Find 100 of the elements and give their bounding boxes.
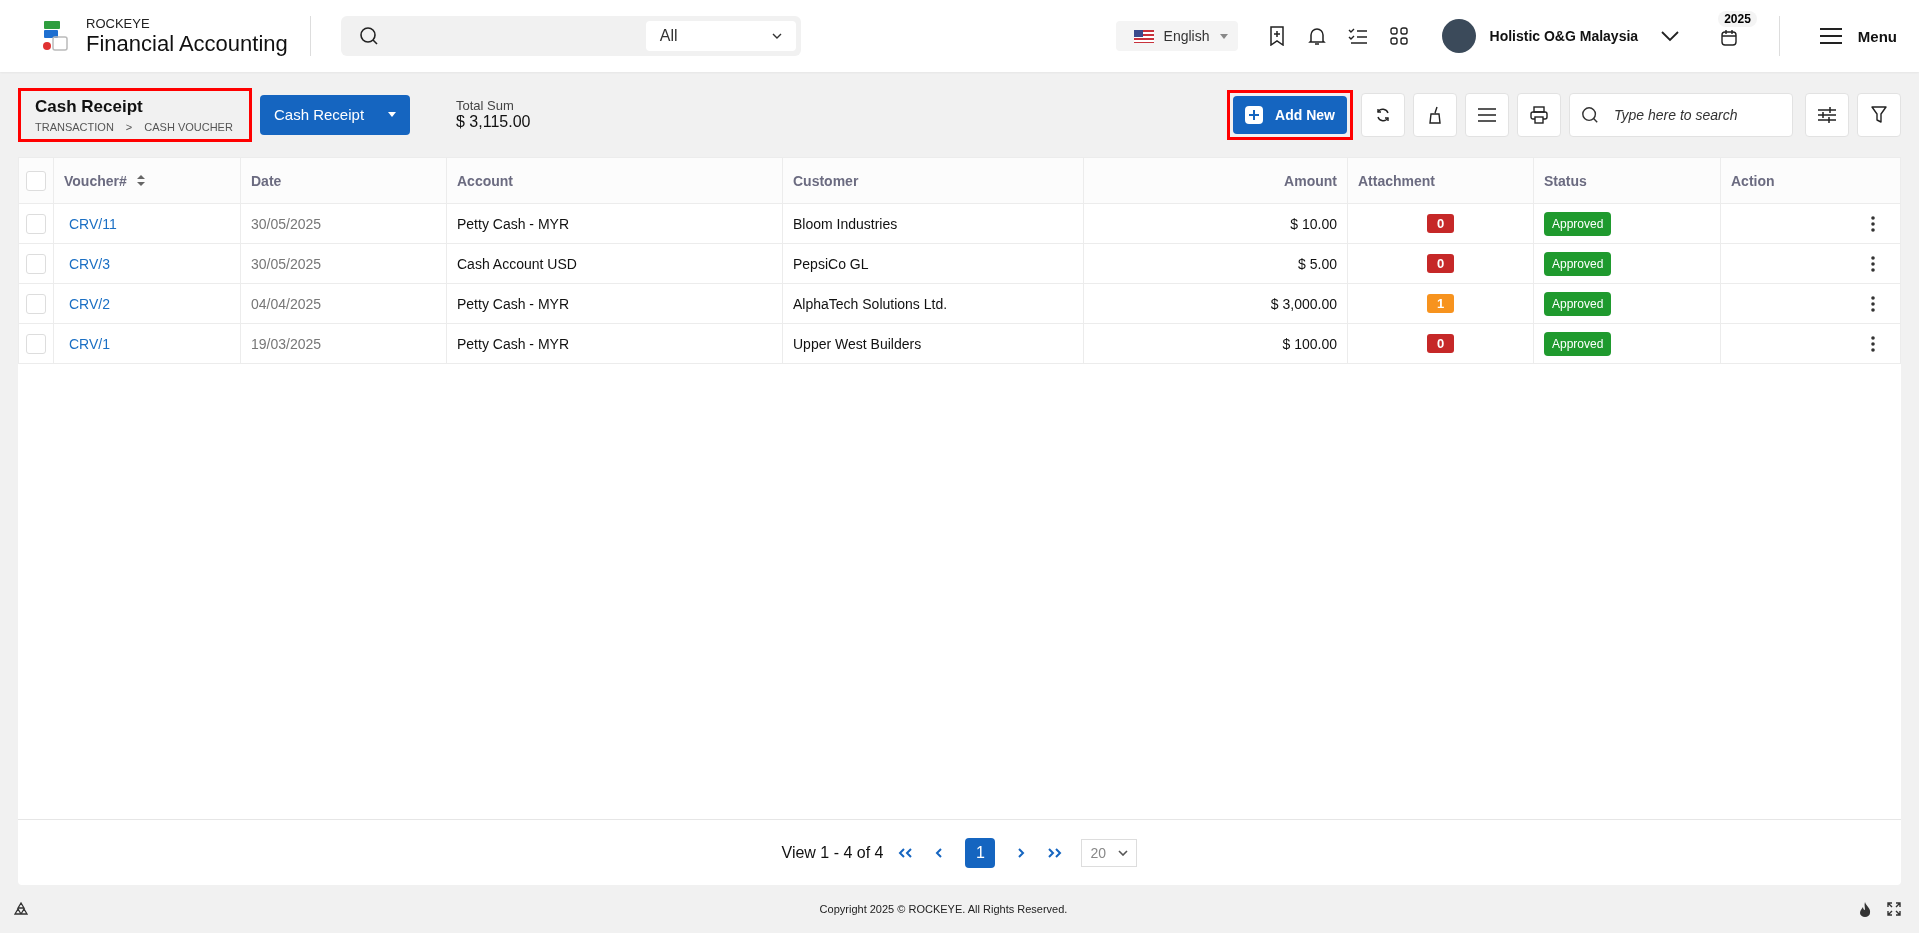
table-search-field[interactable]: Type here to search bbox=[1569, 92, 1793, 137]
breadcrumb-item: CASH VOUCHER bbox=[144, 120, 233, 133]
voucher-link[interactable]: CRV/3 bbox=[64, 255, 110, 272]
copyright-text: Copyright 2025 © ROCKEYE. All Rights Reserved. bbox=[818, 903, 1069, 915]
filter-button[interactable] bbox=[1857, 92, 1901, 137]
user-avatar[interactable] bbox=[1441, 19, 1476, 53]
customer-cell: PepsiCo GL bbox=[793, 255, 869, 272]
amount-cell: $ 5.00 bbox=[1298, 255, 1337, 272]
more-options-icon[interactable] bbox=[1871, 336, 1875, 353]
clear-brush-button[interactable] bbox=[1413, 92, 1457, 137]
column-header: Status bbox=[1544, 172, 1587, 189]
date-cell: 30/05/2025 bbox=[251, 255, 322, 272]
sort-icon[interactable] bbox=[136, 175, 145, 186]
checklist-icon[interactable] bbox=[1347, 27, 1368, 45]
list-view-button[interactable] bbox=[1465, 92, 1509, 137]
pagination-summary: View 1 - 4 of 4 bbox=[781, 843, 884, 862]
voucher-link[interactable]: CRV/2 bbox=[64, 295, 110, 312]
more-options-icon[interactable] bbox=[1871, 296, 1875, 313]
plus-icon bbox=[1245, 105, 1264, 124]
language-dropdown[interactable]: English bbox=[1115, 21, 1238, 51]
previous-page-icon[interactable] bbox=[935, 847, 944, 858]
date-cell: 30/05/2025 bbox=[251, 215, 322, 232]
column-header: Attachment bbox=[1358, 172, 1435, 189]
global-search-field[interactable]: All bbox=[340, 16, 801, 56]
column-settings-button[interactable] bbox=[1805, 92, 1849, 137]
year-badge: 2025 bbox=[1718, 11, 1757, 27]
user-name: Holistic O&G Malaysia bbox=[1489, 28, 1639, 44]
sliders-icon bbox=[1818, 106, 1836, 123]
voucher-type-dropdown[interactable]: Cash Receipt bbox=[260, 94, 410, 135]
attachment-count-badge[interactable]: 0 bbox=[1426, 254, 1455, 273]
row-checkbox[interactable] bbox=[26, 293, 46, 314]
apps-grid-icon[interactable] bbox=[1389, 27, 1408, 45]
bookmark-icon[interactable] bbox=[1267, 26, 1286, 46]
chevron-down-icon bbox=[1118, 849, 1129, 856]
amount-cell: $ 3,000.00 bbox=[1270, 295, 1337, 312]
status-badge: Approved bbox=[1544, 291, 1612, 316]
attachment-count-badge[interactable]: 0 bbox=[1426, 214, 1455, 233]
amount-cell: $ 100.00 bbox=[1282, 335, 1337, 352]
refresh-button[interactable] bbox=[1361, 92, 1405, 137]
notification-bell-icon[interactable] bbox=[1307, 26, 1326, 46]
search-icon bbox=[358, 26, 379, 46]
status-badge: Approved bbox=[1544, 211, 1612, 236]
voucher-link[interactable]: CRV/1 bbox=[64, 335, 110, 352]
search-icon bbox=[1581, 105, 1599, 124]
refresh-icon bbox=[1375, 106, 1391, 123]
caret-icon bbox=[1219, 33, 1228, 39]
page-size-dropdown[interactable]: 20 bbox=[1081, 838, 1138, 867]
chevron-down-icon bbox=[771, 33, 782, 39]
select-all-checkbox[interactable] bbox=[26, 170, 46, 191]
menu-icon bbox=[1819, 28, 1842, 44]
customer-cell: Upper West Builders bbox=[793, 335, 922, 352]
column-header: Date bbox=[251, 172, 282, 189]
add-new-button[interactable]: Add New bbox=[1233, 95, 1347, 134]
more-options-icon[interactable] bbox=[1871, 216, 1875, 233]
page-button[interactable]: 1 bbox=[965, 837, 996, 868]
account-cell: Cash Account USD bbox=[457, 255, 577, 272]
status-badge: Approved bbox=[1544, 251, 1612, 276]
calendar-icon[interactable] bbox=[1720, 29, 1739, 47]
column-header[interactable]: Voucher# bbox=[64, 172, 127, 189]
account-cell: Petty Cash - MYR bbox=[457, 295, 570, 312]
fullscreen-icon[interactable] bbox=[1887, 902, 1901, 916]
page-title: Cash Receipt bbox=[35, 96, 144, 117]
date-cell: 19/03/2025 bbox=[251, 335, 322, 352]
filter-icon bbox=[1871, 105, 1887, 124]
brand-name: ROCKEYE bbox=[86, 15, 151, 31]
status-badge: Approved bbox=[1544, 331, 1612, 356]
account-cell: Petty Cash - MYR bbox=[457, 215, 570, 232]
column-header: Amount bbox=[1284, 172, 1337, 189]
app-title: Financial Accounting bbox=[86, 30, 288, 57]
column-header: Action bbox=[1731, 172, 1775, 189]
menu-button[interactable]: Menu bbox=[1819, 27, 1897, 45]
amount-cell: $ 10.00 bbox=[1290, 215, 1337, 232]
total-sum-value: $ 3,115.00 bbox=[456, 113, 531, 131]
first-page-icon[interactable] bbox=[897, 847, 914, 858]
breadcrumb-item: > bbox=[125, 120, 133, 133]
attachment-count-badge[interactable]: 0 bbox=[1426, 334, 1455, 353]
row-checkbox[interactable] bbox=[26, 213, 46, 234]
next-page-icon[interactable] bbox=[1017, 847, 1026, 858]
chevron-down-icon[interactable] bbox=[1660, 30, 1681, 42]
breadcrumb-item: TRANSACTION bbox=[35, 120, 114, 133]
customer-cell: AlphaTech Solutions Ltd. bbox=[793, 295, 948, 312]
flame-icon[interactable] bbox=[1859, 901, 1871, 917]
row-checkbox[interactable] bbox=[26, 253, 46, 274]
account-cell: Petty Cash - MYR bbox=[457, 335, 570, 352]
search-scope-dropdown[interactable]: All bbox=[645, 21, 796, 51]
last-page-icon[interactable] bbox=[1047, 847, 1064, 858]
customer-cell: Bloom Industries bbox=[793, 215, 898, 232]
voucher-link[interactable]: CRV/11 bbox=[64, 215, 117, 232]
more-options-icon[interactable] bbox=[1871, 256, 1875, 273]
caret-icon bbox=[388, 112, 396, 117]
date-cell: 04/04/2025 bbox=[251, 295, 322, 312]
app-logo-icon bbox=[40, 19, 70, 53]
total-sum-label: Total Sum bbox=[456, 98, 515, 113]
flag-icon bbox=[1133, 29, 1154, 43]
column-header: Account bbox=[457, 172, 513, 189]
print-button[interactable] bbox=[1517, 92, 1561, 137]
printer-icon bbox=[1530, 105, 1548, 124]
row-checkbox[interactable] bbox=[26, 333, 46, 354]
list-icon bbox=[1478, 107, 1496, 122]
column-header: Customer bbox=[793, 172, 859, 189]
